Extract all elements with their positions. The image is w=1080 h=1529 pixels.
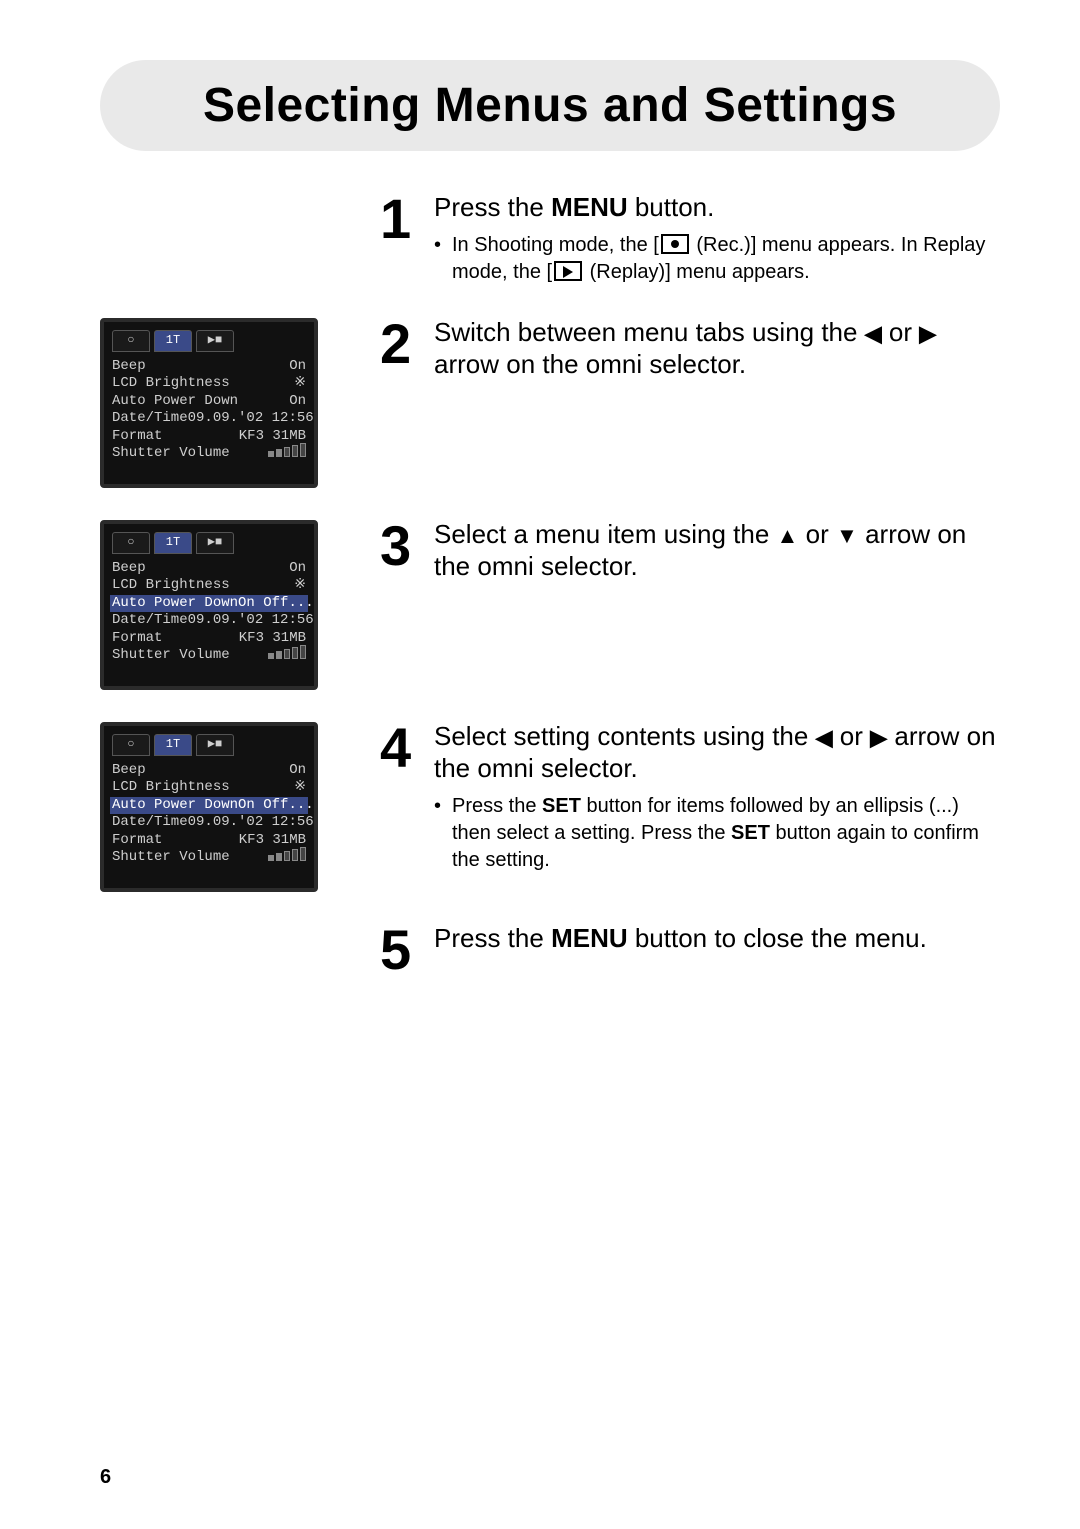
t: Press the: [434, 192, 551, 222]
lcd-row: BeepOn: [110, 560, 308, 578]
step-5: 5 Press the MENU button to close the men…: [100, 922, 1000, 978]
lcd-row: Shutter Volume: [110, 849, 308, 868]
lcd-row: Date/Time09.09.'02 12:56: [110, 410, 308, 428]
lcd-row: Date/Time09.09.'02 12:56: [110, 814, 308, 832]
step-3-image: ○1T▶■BeepOnLCD Brightness※Auto Power Dow…: [100, 518, 360, 690]
bullet: • In Shooting mode, the [ (Rec.)] menu a…: [434, 232, 1000, 286]
lcd-screenshot: ○1T▶■BeepOnLCD Brightness※Auto Power Dow…: [100, 722, 318, 892]
t: button to close the menu.: [628, 923, 927, 953]
lcd-row: Auto Power DownOn: [110, 393, 308, 411]
step-2: ○1T▶■BeepOnLCD Brightness※Auto Power Dow…: [100, 316, 1000, 488]
t: or: [882, 317, 920, 347]
menu-label: MENU: [551, 192, 628, 222]
step-4: ○1T▶■BeepOnLCD Brightness※Auto Power Dow…: [100, 720, 1000, 892]
lcd-row: LCD Brightness※: [110, 779, 308, 797]
step-2-image: ○1T▶■BeepOnLCD Brightness※Auto Power Dow…: [100, 316, 360, 488]
bullet-dot: •: [434, 793, 452, 874]
left-arrow-icon: [816, 720, 833, 753]
t: (Replay)] menu appears.: [584, 261, 810, 283]
step-body: Press the MENU button. • In Shooting mod…: [434, 191, 1000, 286]
t: arrow on the omni selector.: [434, 349, 746, 379]
lcd-row: Shutter Volume: [110, 647, 308, 666]
step-2-lead: Switch between menu tabs using the or ar…: [434, 316, 1000, 381]
step-5-image-slot: [100, 922, 360, 924]
t: or: [798, 519, 836, 549]
rec-icon: [661, 234, 689, 254]
t: Select a menu item using the: [434, 519, 777, 549]
step-body: Press the MENU button to close the menu.: [434, 922, 1000, 955]
step-2-body: 2 Switch between menu tabs using the or …: [380, 316, 1000, 381]
t: Press the: [452, 795, 542, 817]
page-title: Selecting Menus and Settings: [140, 78, 960, 133]
lcd-row: FormatKF3 31MB: [110, 428, 308, 446]
step-1-body: 1 Press the MENU button. • In Shooting m…: [380, 191, 1000, 286]
bullet-dot: •: [434, 232, 452, 286]
t: Select setting contents using the: [434, 721, 816, 751]
title-bar: Selecting Menus and Settings: [100, 60, 1000, 151]
step-1-image-slot: [100, 191, 360, 193]
step-3-lead: Select a menu item using the or arrow on…: [434, 518, 1000, 583]
right-arrow-icon: [870, 720, 887, 753]
step-number: 5: [380, 922, 428, 978]
t: button.: [628, 192, 715, 222]
menu-label: MENU: [551, 923, 628, 953]
bullet-text: Press the SET button for items followed …: [452, 793, 1000, 874]
lcd-row: Auto Power DownOn Off...: [110, 595, 308, 613]
set-label: SET: [731, 822, 770, 844]
bullet: • Press the SET button for items followe…: [434, 793, 1000, 874]
up-arrow-icon: [777, 518, 799, 551]
lcd-row: LCD Brightness※: [110, 375, 308, 393]
right-arrow-icon: [919, 316, 936, 349]
lcd-screenshot: ○1T▶■BeepOnLCD Brightness※Auto Power Dow…: [100, 520, 318, 690]
lcd-row: FormatKF3 31MB: [110, 832, 308, 850]
lcd-row: Shutter Volume: [110, 445, 308, 464]
step-body: Select setting contents using the or arr…: [434, 720, 1000, 874]
lcd-row: BeepOn: [110, 762, 308, 780]
step-1-bullets: • In Shooting mode, the [ (Rec.)] menu a…: [434, 232, 1000, 286]
step-3: ○1T▶■BeepOnLCD Brightness※Auto Power Dow…: [100, 518, 1000, 690]
lcd-row: Auto Power DownOn Off...: [110, 797, 308, 815]
step-body: Switch between menu tabs using the or ar…: [434, 316, 1000, 381]
step-number: 1: [380, 191, 428, 247]
page: Selecting Menus and Settings 1 Press the…: [0, 0, 1080, 1529]
lcd-row: BeepOn: [110, 358, 308, 376]
lcd-row: LCD Brightness※: [110, 577, 308, 595]
step-3-body: 3 Select a menu item using the or arrow …: [380, 518, 1000, 583]
step-number: 2: [380, 316, 428, 372]
page-number: 6: [100, 1466, 111, 1489]
step-4-bullets: • Press the SET button for items followe…: [434, 793, 1000, 874]
left-arrow-icon: [865, 316, 882, 349]
step-4-lead: Select setting contents using the or arr…: [434, 720, 1000, 785]
step-1: 1 Press the MENU button. • In Shooting m…: [100, 191, 1000, 286]
lcd-row: Date/Time09.09.'02 12:56: [110, 612, 308, 630]
down-arrow-icon: [836, 518, 858, 551]
step-1-lead: Press the MENU button.: [434, 191, 1000, 224]
bullet-text: In Shooting mode, the [ (Rec.)] menu app…: [452, 232, 1000, 286]
step-number: 3: [380, 518, 428, 574]
t: Press the: [434, 923, 551, 953]
step-5-lead: Press the MENU button to close the menu.: [434, 922, 1000, 955]
set-label: SET: [542, 795, 581, 817]
lcd-row: FormatKF3 31MB: [110, 630, 308, 648]
step-number: 4: [380, 720, 428, 776]
step-4-image: ○1T▶■BeepOnLCD Brightness※Auto Power Dow…: [100, 720, 360, 892]
t: or: [833, 721, 871, 751]
replay-icon: [554, 261, 582, 281]
step-4-body: 4 Select setting contents using the or a…: [380, 720, 1000, 874]
t: In Shooting mode, the [: [452, 234, 659, 256]
lcd-screenshot: ○1T▶■BeepOnLCD Brightness※Auto Power Dow…: [100, 318, 318, 488]
step-body: Select a menu item using the or arrow on…: [434, 518, 1000, 583]
step-5-body: 5 Press the MENU button to close the men…: [380, 922, 1000, 978]
t: Switch between menu tabs using the: [434, 317, 865, 347]
